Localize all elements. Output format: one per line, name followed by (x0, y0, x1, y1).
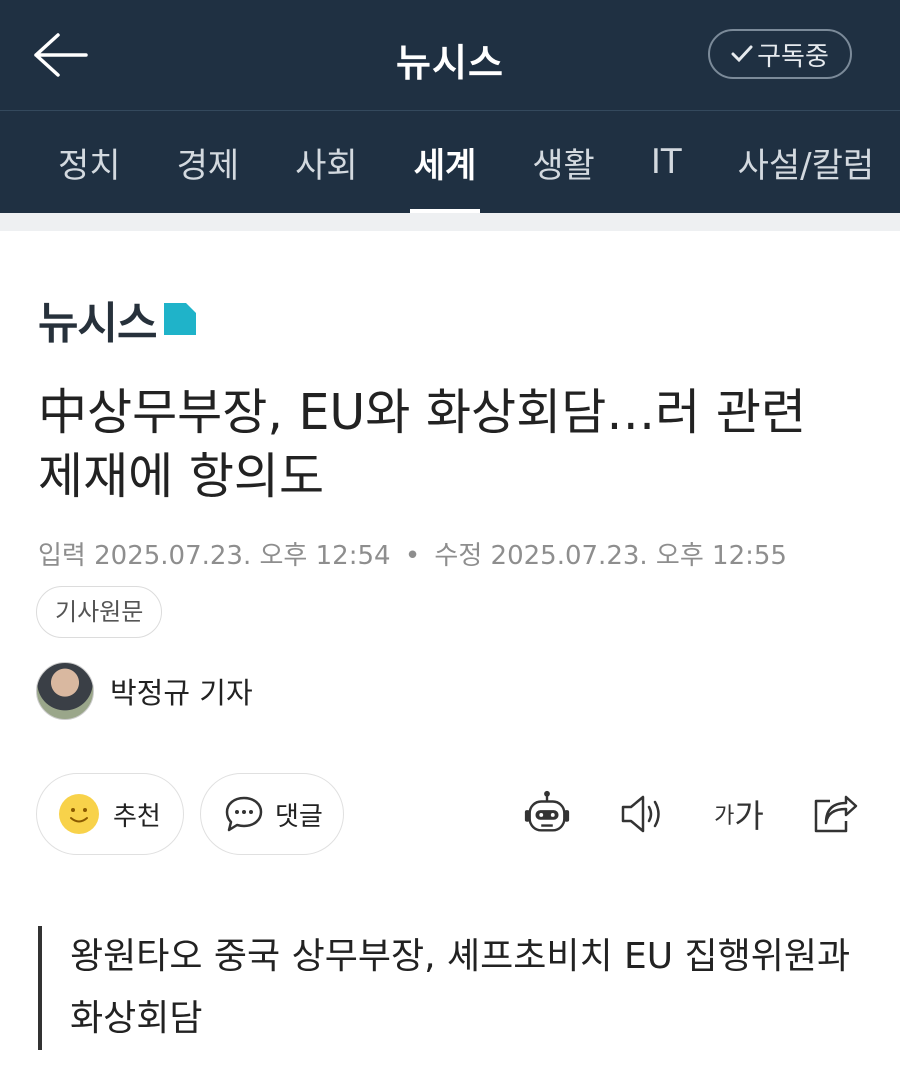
tab-life[interactable]: 생활 (532, 111, 595, 213)
title-bar: 뉴시스 구독중 (0, 0, 900, 111)
app-header: 뉴시스 구독중 정치 경제 사회 세계 생활 IT 사설/칼럼 (0, 0, 900, 213)
publisher-mark-icon (164, 303, 197, 335)
article-dates: 입력 2025.07.23. 오후 12:54 • 수정 2025.07.23.… (38, 535, 900, 572)
modified-date: 2025.07.23. 오후 12:55 (490, 541, 787, 571)
check-icon (731, 45, 753, 63)
share-button[interactable] (810, 789, 860, 839)
article-summary: 왕원타오 중국 상무부장, 셰프초비치 EU 집행위원과 화상회담 (38, 926, 860, 1050)
published-label: 입력 (38, 541, 86, 571)
tab-economy[interactable]: 경제 (177, 111, 240, 213)
recommend-button[interactable]: 추천 (36, 773, 184, 855)
tab-it[interactable]: IT (651, 111, 682, 213)
section-divider (0, 213, 900, 231)
author-name: 박정규 기자 (110, 676, 253, 710)
subscribe-label: 구독중 (757, 41, 829, 72)
font-size-button[interactable]: 가가 (714, 789, 764, 839)
modified-label: 수정 (434, 541, 483, 571)
published-date: 2025.07.23. 오후 12:54 (94, 541, 391, 571)
robot-icon (524, 790, 570, 832)
tab-society[interactable]: 사회 (295, 111, 358, 213)
smile-icon (59, 794, 99, 834)
speech-bubble-icon (225, 796, 263, 832)
font-small-glyph: 가 (714, 804, 735, 829)
action-bar: 추천 댓글 가가 (0, 772, 900, 856)
font-large-glyph: 가 (734, 797, 764, 835)
speaker-icon (621, 795, 660, 833)
tab-politics[interactable]: 정치 (58, 111, 121, 213)
read-aloud-button[interactable] (618, 789, 668, 839)
category-tabs: 정치 경제 사회 세계 생활 IT 사설/칼럼 (0, 111, 900, 213)
article-tools: 가가 (522, 789, 860, 839)
tab-column[interactable]: 사설/칼럼 (738, 111, 875, 213)
author-avatar (36, 662, 94, 720)
share-icon (814, 795, 858, 833)
publisher-logo[interactable]: 뉴시스 (38, 287, 900, 351)
ai-summary-button[interactable] (522, 789, 572, 839)
original-article-button[interactable]: 기사원문 (36, 586, 163, 638)
article-headline: 中상무부장, EU와 화상회담…러 관련 제재에 항의도 (38, 384, 807, 505)
tab-world[interactable]: 세계 (409, 111, 480, 213)
comment-button[interactable]: 댓글 (200, 773, 344, 855)
separator-dot: • (404, 541, 421, 571)
recommend-label: 추천 (113, 801, 161, 832)
author-info[interactable]: 박정규 기자 (36, 662, 900, 720)
comment-label: 댓글 (275, 801, 323, 832)
subscribe-button[interactable]: 구독중 (708, 29, 852, 79)
publisher-logo-text: 뉴시스 (38, 298, 157, 349)
